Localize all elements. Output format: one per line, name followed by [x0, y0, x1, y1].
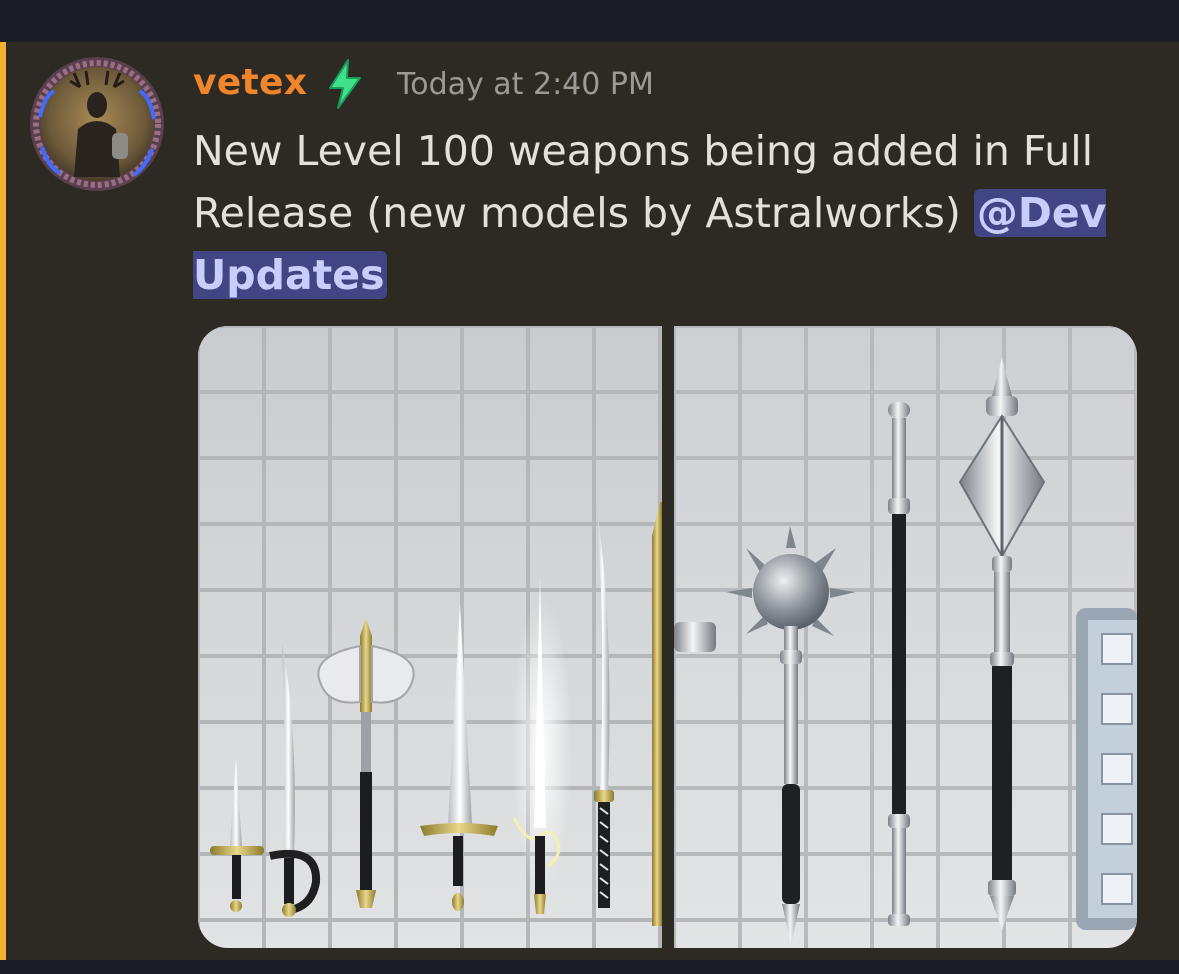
chat-message: vetex Today at 2:40 PM New Level 100 wea…: [0, 42, 1179, 960]
message-content: New Level 100 weapons being added in Ful…: [193, 120, 1153, 306]
bottom-bar: [0, 960, 1179, 974]
lightning-bolt-icon: [326, 58, 364, 110]
image-attachment-maces[interactable]: [674, 326, 1137, 948]
mention-highlight-bar: [0, 42, 6, 960]
author-username[interactable]: vetex: [193, 62, 307, 103]
top-bar: [0, 0, 1179, 42]
message-timestamp: Today at 2:40 PM: [397, 67, 654, 102]
message-text: New Level 100 weapons being added in Ful…: [193, 127, 1094, 237]
image-attachment-swords[interactable]: [198, 326, 662, 948]
author-avatar[interactable]: [30, 57, 164, 191]
